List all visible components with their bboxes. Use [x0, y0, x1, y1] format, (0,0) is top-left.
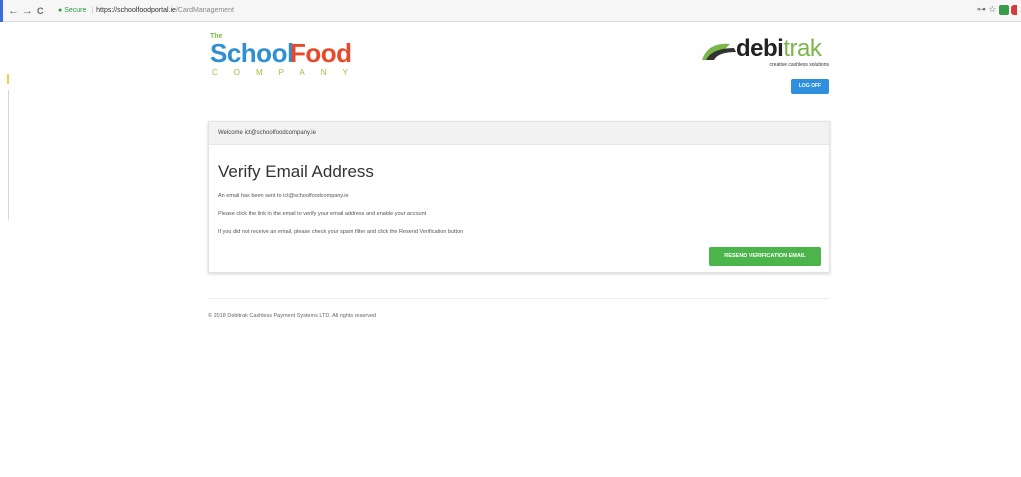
debitrak-logo: debitrak creative cashless solutions — [700, 36, 830, 72]
star-icon[interactable]: ☆ — [988, 4, 996, 14]
key-icon[interactable]: ⊶ — [977, 4, 986, 14]
browser-toolbar: ← → C ● Secure | https://schoolfoodportal… — [0, 0, 1021, 22]
window-edge — [0, 0, 3, 22]
welcome-header: Welcome ict@schoolfoodcompany.ie — [209, 122, 829, 145]
debitrak-prefix: debi — [736, 35, 784, 62]
debitrak-tagline: creative cashless solutions — [769, 62, 829, 68]
address-bar[interactable]: ● Secure | https://schoolfoodportal.ie/Ca… — [58, 4, 234, 18]
left-divider — [8, 90, 9, 220]
email-sent-text: An email has been sent to ict@schoolfood… — [218, 193, 349, 199]
footer-divider — [208, 298, 830, 299]
debitrak-wordmark: debitrak — [736, 35, 822, 62]
debitrak-mark-icon — [702, 43, 736, 60]
resend-verification-button[interactable]: RESEND VERIFICATION EMAIL — [709, 247, 821, 266]
school-food-company-logo: The School Food COMPANY — [210, 33, 380, 81]
logo-school: School — [210, 38, 294, 68]
logo-company: COMPANY — [212, 68, 364, 77]
page-title: Verify Email Address — [218, 162, 374, 181]
extension-icon-2[interactable] — [1011, 4, 1017, 15]
url-path: /CardManagement — [175, 7, 234, 14]
lock-icon: ● — [58, 7, 63, 14]
spam-instructions-text: If you did not receive an email, please … — [218, 229, 464, 235]
footer-copyright: © 2018 Debitrak Cashless Payment Systems… — [208, 313, 377, 319]
verify-instructions-text: Please click the link in the email to ve… — [218, 211, 427, 217]
debitrak-suffix: trak — [783, 35, 822, 62]
back-icon[interactable]: ← — [8, 4, 19, 18]
logo-food: Food — [290, 38, 352, 68]
forward-icon[interactable]: → — [22, 4, 33, 18]
extension-icon[interactable] — [999, 4, 1009, 15]
browser-actions: ⊶ ☆ — [977, 4, 1017, 18]
left-accent — [7, 74, 9, 84]
secure-label: Secure — [64, 7, 87, 14]
log-off-button[interactable]: LOG OFF — [791, 79, 829, 94]
reload-icon[interactable]: C — [37, 4, 44, 18]
verify-card: Welcome ict@schoolfoodcompany.ie Verify … — [208, 121, 830, 273]
url-host: https://schoolfoodportal.ie — [96, 7, 176, 14]
address-separator: | — [91, 7, 94, 14]
